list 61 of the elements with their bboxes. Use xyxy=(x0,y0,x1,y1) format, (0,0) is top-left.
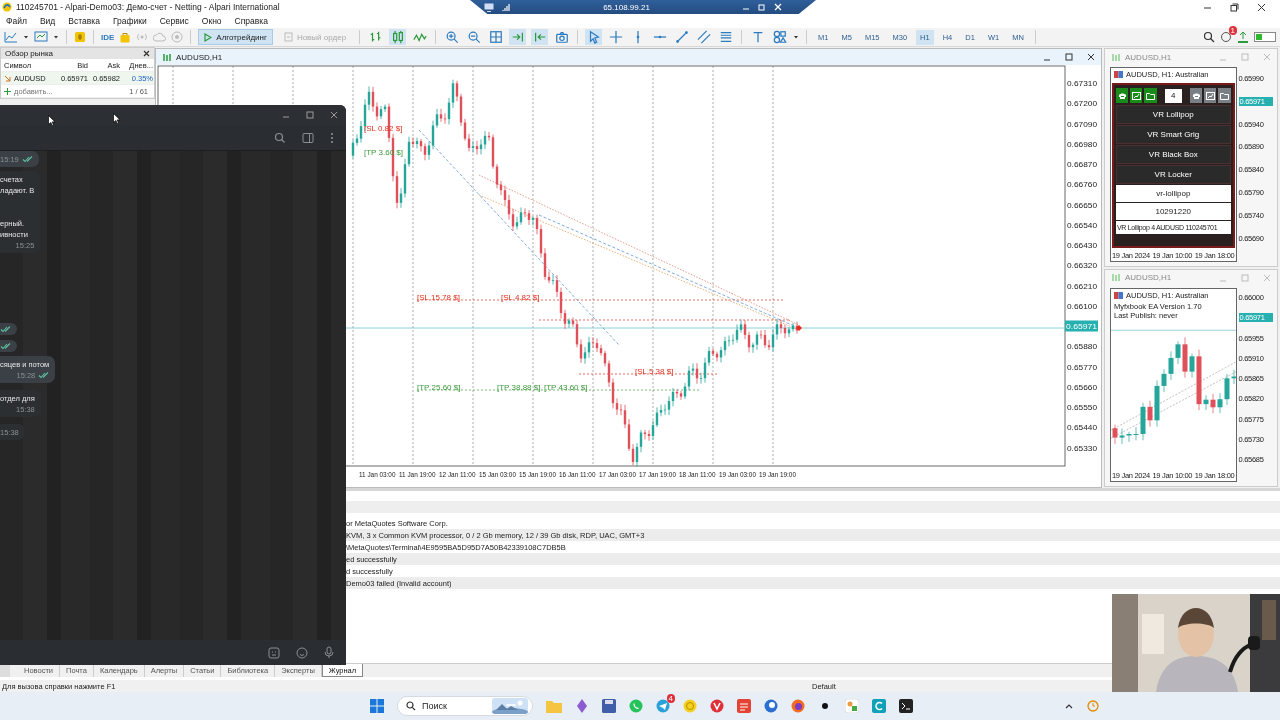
price-label: 0.66870 xyxy=(1067,160,1096,169)
price-label: 0.66650 xyxy=(1067,200,1096,210)
price-label: 0.65330 xyxy=(1067,443,1096,453)
menu-item[interactable]: Графики xyxy=(112,16,147,26)
price-label: 0.66760 xyxy=(1067,180,1096,190)
price-label: 0.66100 xyxy=(1067,301,1096,311)
chart-title: AUDUSD,H1 xyxy=(1125,273,1172,282)
price-label: 0.66320 xyxy=(1067,261,1096,271)
time-label: 16 Jan 11:00 xyxy=(559,469,596,480)
time-label: 19 Jan 03:00 xyxy=(719,469,756,480)
price-label: 0.67090 xyxy=(1067,119,1096,129)
time-label: 17 Jan 03:00 xyxy=(599,469,636,480)
lot-field[interactable]: 4 xyxy=(1164,88,1182,103)
menu-item[interactable]: Сервис xyxy=(159,16,189,26)
trade-label: [TP 25.60 $] xyxy=(417,383,461,392)
price-label: 0.65660 xyxy=(1067,382,1096,392)
window-title: 110245701 - Alpari-Demo03: Демо-счет - Netting - Alpari International xyxy=(16,2,280,12)
time-label: 15 Jan 03:00 xyxy=(479,469,516,480)
time-label: 17 Jan 19:00 xyxy=(639,469,676,480)
time-label: 11 Jan 19:00 xyxy=(399,469,436,480)
panel-button[interactable]: VR Locker xyxy=(1116,165,1231,184)
notification-badge: 4 xyxy=(666,694,675,703)
text-field[interactable]: 10291220 xyxy=(1116,203,1231,220)
panel-button[interactable]: VR Black Box xyxy=(1116,145,1231,164)
panel-title: Обзор рынка xyxy=(5,49,54,58)
trade-label: [SL 15.78 $] xyxy=(417,293,460,302)
notification-badge: 1 xyxy=(1228,26,1237,35)
panel-button[interactable]: VR Smart Grig xyxy=(1116,125,1231,144)
price-label: 0.66430 xyxy=(1067,241,1096,250)
remote-address: 65.108.99.21 xyxy=(602,2,651,12)
algo-trading-button[interactable]: Алготрейдинг xyxy=(198,29,273,45)
menu-item[interactable]: Вставка xyxy=(68,16,100,26)
time-label: 12 Jan 11:00 xyxy=(439,469,476,480)
price-label: 0.65440 xyxy=(1067,423,1096,433)
price-label: 0.65770 xyxy=(1067,362,1096,372)
time-label: 15 Jan 19:00 xyxy=(519,469,556,480)
menu-item[interactable]: Вид xyxy=(39,16,56,26)
menu-item[interactable]: Окно xyxy=(201,16,222,26)
price-label: 0.66210 xyxy=(1067,281,1096,291)
menu-item[interactable]: Файл xyxy=(6,16,27,26)
trade-label: [TP 38.88 $] xyxy=(497,383,541,392)
chart-title: AUDUSD,H1 xyxy=(1125,52,1172,62)
chart-title: AUDUSD,H1 xyxy=(176,52,223,62)
menu-item[interactable]: Справка xyxy=(234,16,268,26)
price-tag: 0.65971 xyxy=(1065,320,1098,332)
trade-label: [TP 43.60 $] xyxy=(544,383,588,392)
ide-button[interactable]: IDE xyxy=(101,32,115,42)
text-field[interactable]: vr-lollipop xyxy=(1116,185,1231,202)
price-label: 0.66980 xyxy=(1067,139,1096,149)
time-label: 18 Jan 11:00 xyxy=(679,469,716,480)
panel-button[interactable]: VR Lollipop xyxy=(1116,105,1231,124)
price-label: 0.65550 xyxy=(1067,403,1096,412)
price-label: 0.67310 xyxy=(1067,79,1096,88)
price-label: 0.65880 xyxy=(1067,342,1096,352)
price-label: 0.66540 xyxy=(1067,220,1096,230)
time-label: 11 Jan 03:00 xyxy=(359,469,396,480)
trade-label: [SL 4.82 $] xyxy=(501,293,540,302)
trade-label: [SL 5.38 $] xyxy=(635,367,674,376)
time-label: 19 Jan 19:00 xyxy=(759,469,796,480)
price-label: 0.67200 xyxy=(1067,99,1096,109)
search-field[interactable]: Поиск xyxy=(397,696,533,716)
